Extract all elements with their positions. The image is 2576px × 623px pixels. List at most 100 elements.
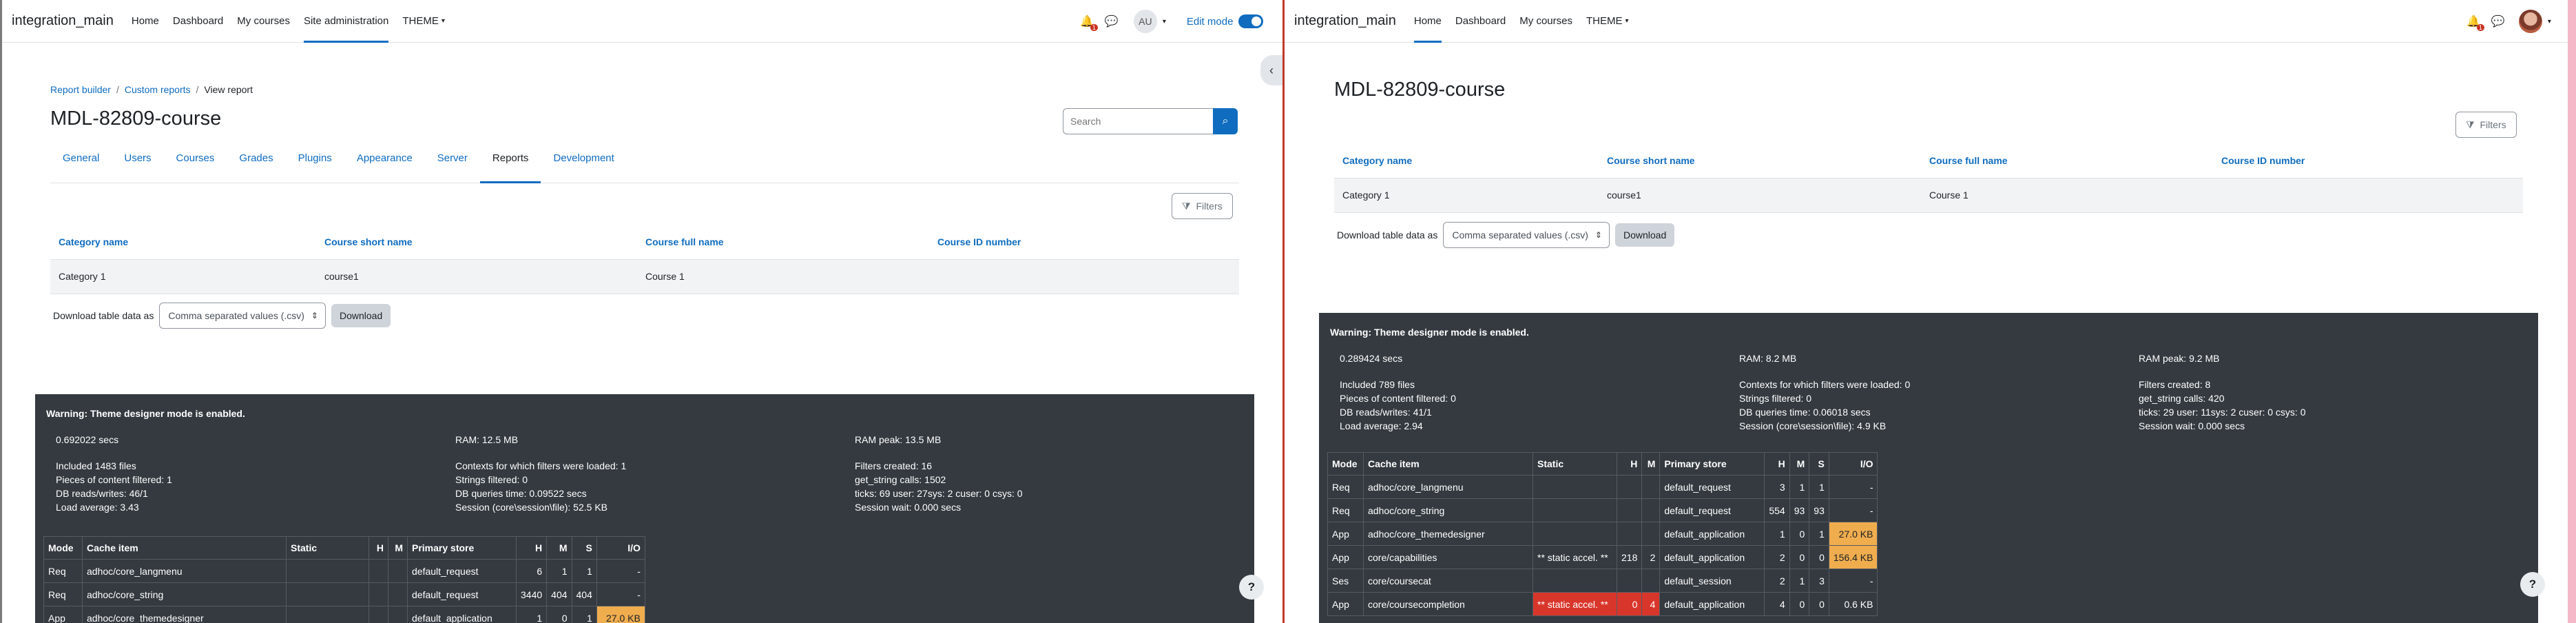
table-cell: Course 1 <box>1921 178 2213 213</box>
cache-cell: 1 <box>1809 475 1829 499</box>
cache-cell: default_application <box>407 606 517 623</box>
cache-cell: 0 <box>1809 545 1829 569</box>
search-button[interactable]: ⌕ <box>1213 108 1238 134</box>
cache-cell: Req <box>43 582 83 606</box>
nav-home[interactable]: Home <box>132 0 159 43</box>
column-header-category-name[interactable]: Category name <box>1334 143 1599 178</box>
breadcrumb-custom-reports[interactable]: Custom reports <box>125 84 191 95</box>
perf-db-queries-time: DB queries time: 0.09522 secs <box>455 488 587 499</box>
column-header-course-id-number[interactable]: Course ID number <box>2213 143 2523 178</box>
user-avatar[interactable]: AU <box>1133 10 1157 33</box>
cache-cell: default_request <box>407 559 517 583</box>
tab-development[interactable]: Development <box>541 143 626 183</box>
cache-row: App adhoc/core_themedesigner default_app… <box>43 606 645 623</box>
nav-dashboard[interactable]: Dashboard <box>173 0 223 43</box>
perf-db-queries-time: DB queries time: 0.06018 secs <box>1739 407 1871 418</box>
messages-icon[interactable]: 💬 <box>1105 14 1119 28</box>
nav-my-courses[interactable]: My courses <box>1519 0 1572 43</box>
download-form: Download table data as Comma separated v… <box>53 303 391 329</box>
cache-cell: - <box>1828 475 1878 499</box>
download-format-select[interactable]: Comma separated values (.csv) <box>1443 222 1610 248</box>
edit-mode-label: Edit mode <box>1186 15 1234 28</box>
cache-cell <box>1533 498 1617 522</box>
cache-cell: - <box>596 582 645 606</box>
tab-server[interactable]: Server <box>425 143 480 183</box>
messages-icon[interactable]: 💬 <box>2491 14 2505 28</box>
column-header-course-full-name[interactable]: Course full name <box>637 225 929 260</box>
user-menu-chevron-icon[interactable]: ▾ <box>2548 18 2551 25</box>
tab-courses[interactable]: Courses <box>164 143 227 183</box>
cache-cell: 404 <box>571 582 597 606</box>
user-avatar[interactable] <box>2518 10 2542 33</box>
cache-header-row: Mode Cache item Static H M Primary store… <box>43 536 645 560</box>
cache-cell: 1 <box>515 606 548 623</box>
column-header-course-short-name[interactable]: Course short name <box>316 225 637 260</box>
cache-static-miss-highlight: 0 <box>1616 592 1643 616</box>
column-header-course-full-name[interactable]: Course full name <box>1921 143 2213 178</box>
filters-button[interactable]: ⧩ Filters <box>2455 112 2517 138</box>
column-header-category-name[interactable]: Category name <box>50 225 316 260</box>
download-button[interactable]: Download <box>331 304 391 327</box>
column-header-course-short-name[interactable]: Course short name <box>1599 143 1921 178</box>
tab-appearance[interactable]: Appearance <box>344 143 425 183</box>
cache-cell: 1 <box>571 559 597 583</box>
nav-theme-label: THEME <box>402 15 439 27</box>
notifications-bell-icon[interactable]: 🔔 1 <box>1080 14 1098 31</box>
cache-cell: App <box>43 606 83 623</box>
filters-button[interactable]: ⧩ Filters <box>1172 193 1233 219</box>
notifications-bell-icon[interactable]: 🔔 1 <box>2466 14 2484 31</box>
cache-static-miss-highlight: 4 <box>1641 592 1661 616</box>
perf-get-string-calls: get_string calls: 1502 <box>855 474 946 485</box>
table-header-row: Category name Course short name Course f… <box>1334 143 2523 178</box>
cache-cell: 93 <box>1809 498 1829 522</box>
cache-cell: core/coursecat <box>1363 569 1533 593</box>
drawer-toggle-button[interactable]: ‹ <box>1260 55 1282 85</box>
nav-theme-menu[interactable]: THEME ▾ <box>1586 0 1629 43</box>
cache-cell: Req <box>43 559 83 583</box>
perf-ram: RAM: 8.2 MB <box>1739 353 1797 364</box>
nav-theme-menu[interactable]: THEME ▾ <box>402 0 445 43</box>
nav-my-courses[interactable]: My courses <box>237 0 290 43</box>
download-format-select[interactable]: Comma separated values (.csv) <box>159 303 326 329</box>
cache-cell: 2 <box>1764 545 1790 569</box>
right-browser-pane: integration_main Home Dashboard My cours… <box>1282 0 2576 623</box>
perf-filter-contexts: Contexts for which filters were loaded: … <box>455 460 627 471</box>
perf-content-filtered: Pieces of content filtered: 1 <box>56 474 172 485</box>
cache-cell: 6 <box>515 559 548 583</box>
cache-cell <box>388 606 408 623</box>
nav-site-administration[interactable]: Site administration <box>303 0 389 43</box>
nav-home[interactable]: Home <box>1413 0 1442 43</box>
cache-col-io: I/O <box>596 536 645 560</box>
cache-cell <box>286 606 369 623</box>
tab-grades[interactable]: Grades <box>227 143 285 183</box>
nav-dashboard[interactable]: Dashboard <box>1455 0 1506 43</box>
cache-col-static-misses: M <box>1641 452 1661 476</box>
tab-plugins[interactable]: Plugins <box>286 143 344 183</box>
cache-cell: core/capabilities <box>1363 545 1533 569</box>
site-brand[interactable]: integration_main <box>12 13 114 29</box>
column-header-course-id-number[interactable]: Course ID number <box>929 225 1239 260</box>
cache-cell: 1 <box>546 559 572 583</box>
cache-cell: 3440 <box>515 582 548 606</box>
help-button[interactable]: ? <box>2520 572 2545 597</box>
breadcrumb-report-builder[interactable]: Report builder <box>50 84 111 95</box>
search-input[interactable] <box>1063 108 1213 134</box>
user-menu-chevron-icon[interactable]: ▾ <box>1163 18 1166 25</box>
tab-users[interactable]: Users <box>112 143 163 183</box>
perf-session-wait: Session wait: 0.000 secs <box>855 502 962 513</box>
tab-general[interactable]: General <box>50 143 112 183</box>
site-brand[interactable]: integration_main <box>1294 13 1396 29</box>
cache-row: Ses core/coursecat default_session 2 1 3… <box>1327 569 1878 593</box>
navbar-user-area: 🔔 1 💬 AU ▾ Edit mode <box>1080 0 1264 43</box>
cache-col-sets: S <box>571 536 597 560</box>
cache-row: App core/coursecompletion ** static acce… <box>1327 592 1878 616</box>
help-button[interactable]: ? <box>1239 575 1264 600</box>
tab-reports[interactable]: Reports <box>479 143 541 183</box>
table-row: Category 1 course1 Course 1 <box>50 259 1239 294</box>
navbar-user-area: 🔔 1 💬 ▾ <box>2466 0 2551 43</box>
cache-cell: 93 <box>1789 498 1810 522</box>
download-button[interactable]: Download <box>1614 223 1675 247</box>
edit-mode-toggle[interactable] <box>1238 14 1264 28</box>
question-icon: ? <box>1247 580 1256 593</box>
perf-session-size: Session (core\session\file): 52.5 KB <box>455 502 607 513</box>
